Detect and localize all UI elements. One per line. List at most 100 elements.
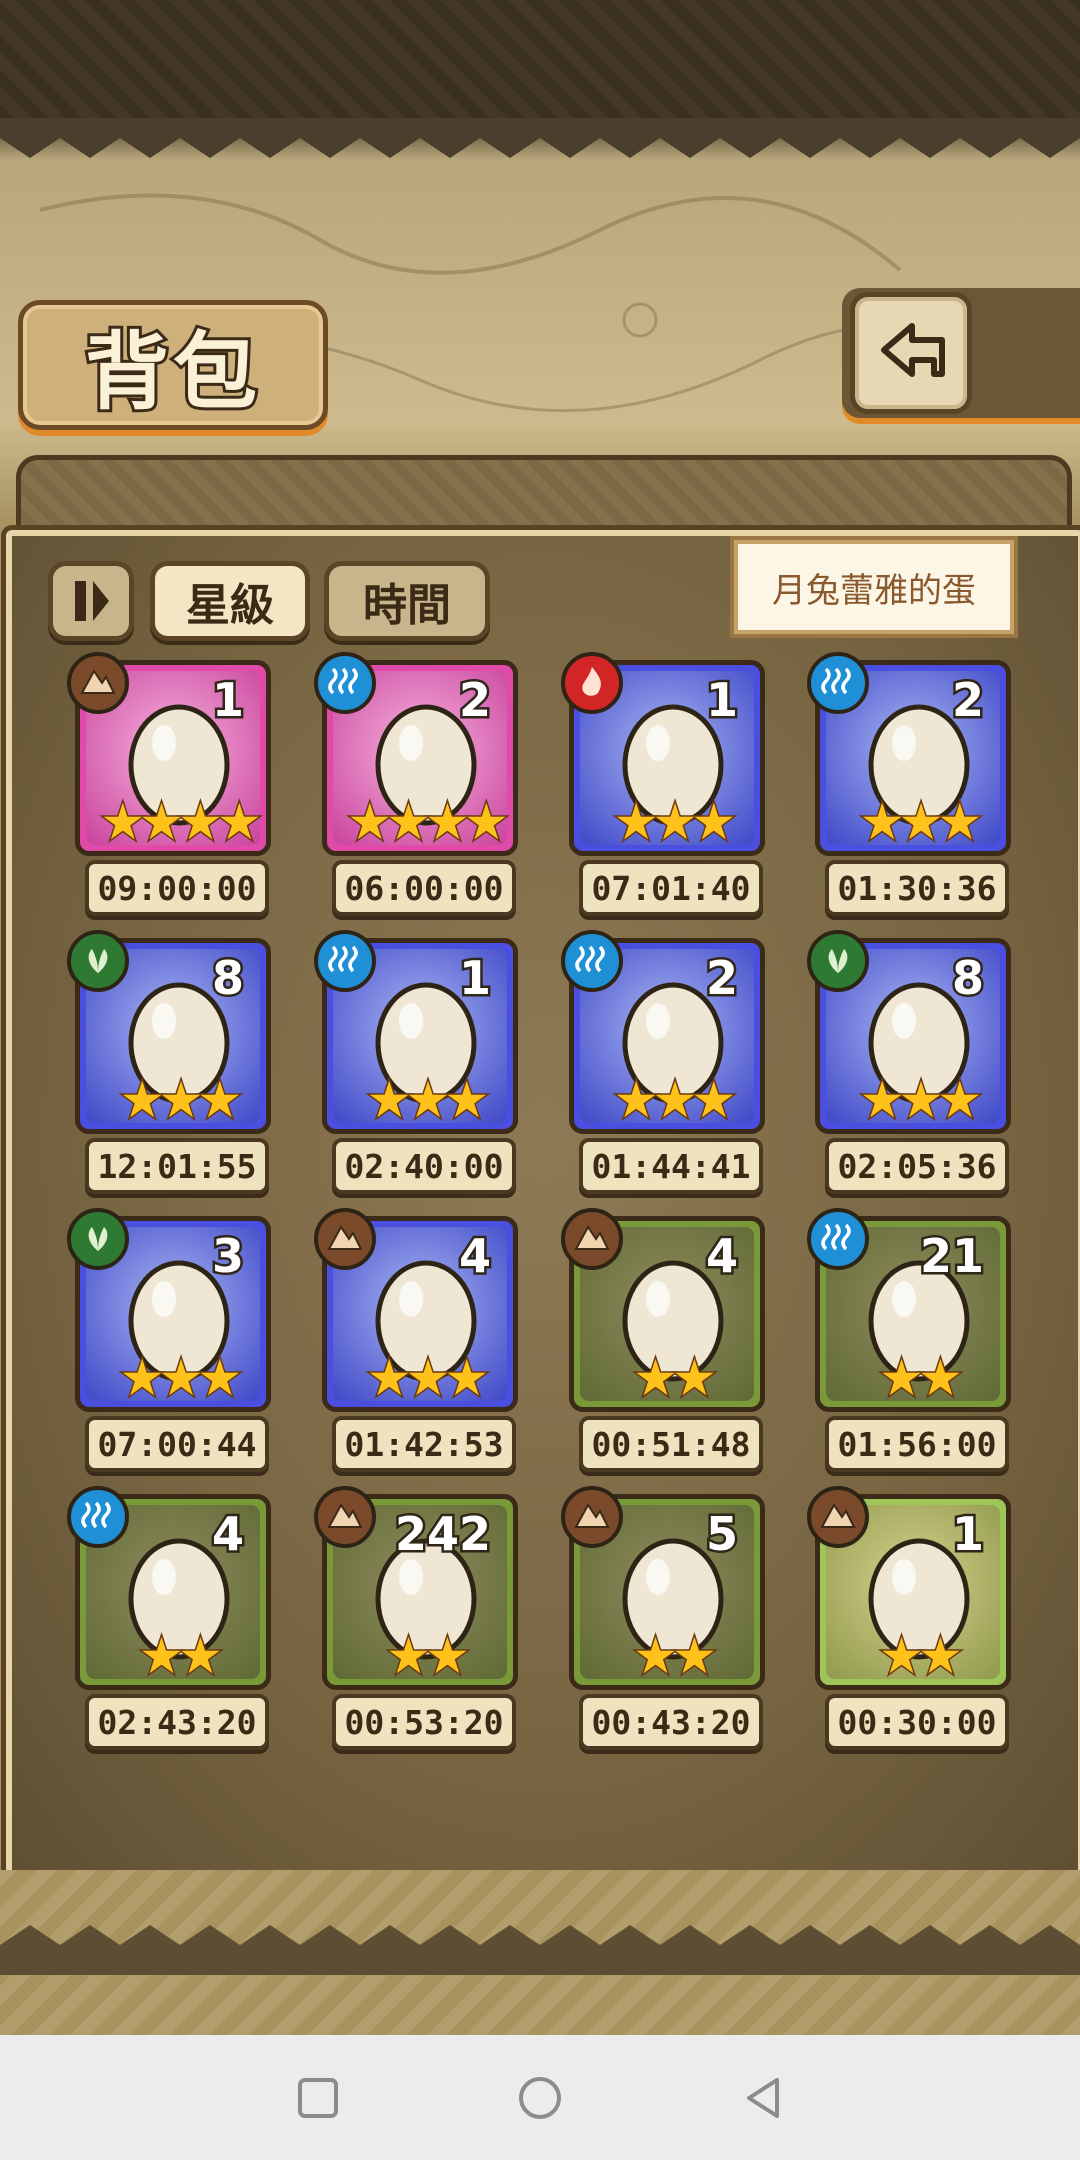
hatch-timer: 07:00:44 xyxy=(85,1416,269,1472)
earth-element-icon xyxy=(807,1486,869,1548)
sort-by-star-label: 星級 xyxy=(186,580,274,631)
hatch-timer-value: 07:01:40 xyxy=(591,868,751,908)
egg-card[interactable]: 8 ★★★ 02:05:36 xyxy=(807,930,1021,1194)
sort-by-time-label: 時間 xyxy=(363,580,451,631)
title-plate: 背包 xyxy=(18,300,328,430)
hatch-timer: 01:56:00 xyxy=(825,1416,1009,1472)
hatch-timer-value: 07:00:44 xyxy=(97,1424,257,1464)
system-back-button[interactable] xyxy=(738,2073,788,2123)
egg-card[interactable]: 4 ★★ 02:43:20 xyxy=(67,1486,281,1750)
grass-element-icon xyxy=(67,930,129,992)
hatch-timer-value: 00:53:20 xyxy=(344,1702,504,1742)
water-element-icon xyxy=(561,930,623,992)
fire-element-icon xyxy=(561,652,623,714)
hatch-timer: 09:00:00 xyxy=(85,860,269,916)
hatch-timer-value: 01:56:00 xyxy=(837,1424,997,1464)
egg-stars: ★★★ xyxy=(612,1071,737,1129)
water-element-icon xyxy=(807,652,869,714)
square-icon xyxy=(298,2078,338,2118)
top-border xyxy=(0,0,1080,120)
game-background: 背包 星級 時間 月兔蕾雅的蛋 1 ★★★★ 09:00:00 2 ★★★★ 06:00:… xyxy=(0,0,1080,2035)
back-button[interactable] xyxy=(850,292,972,414)
egg-card[interactable]: 1 ★★★ 02:40:00 xyxy=(314,930,528,1194)
egg-stars: ★★★ xyxy=(858,793,983,851)
return-arrow-icon xyxy=(881,323,945,377)
egg-card[interactable]: 2 ★★★ 01:30:36 xyxy=(807,652,1021,916)
hatch-timer: 00:30:00 xyxy=(825,1694,1009,1750)
egg-stars: ★★ xyxy=(878,1627,965,1685)
hatch-timer: 02:05:36 xyxy=(825,1138,1009,1194)
egg-count: 8 xyxy=(949,949,986,1008)
pause-icon xyxy=(75,581,109,621)
home-button[interactable] xyxy=(515,2073,565,2123)
sort-by-time-button[interactable]: 時間 xyxy=(324,561,490,641)
hatch-timer-value: 02:40:00 xyxy=(344,1146,504,1186)
pause-button[interactable] xyxy=(48,561,134,641)
egg-count: 1 xyxy=(209,671,246,730)
egg-count: 1 xyxy=(949,1505,986,1564)
hatch-timer-value: 01:44:41 xyxy=(591,1146,751,1186)
hatch-timer-value: 00:30:00 xyxy=(837,1702,997,1742)
egg-card[interactable]: 4 ★★ 00:51:48 xyxy=(561,1208,775,1472)
hatch-timer-value: 02:05:36 xyxy=(837,1146,997,1186)
egg-card[interactable]: 5 ★★ 00:43:20 xyxy=(561,1486,775,1750)
egg-count: 2 xyxy=(949,671,986,730)
egg-card[interactable]: 3 ★★★ 07:00:44 xyxy=(67,1208,281,1472)
hatch-timer: 00:43:20 xyxy=(579,1694,763,1750)
egg-card[interactable]: 1 ★★★★ 09:00:00 xyxy=(67,652,281,916)
egg-stars: ★★★ xyxy=(118,1071,243,1129)
egg-count: 21 xyxy=(917,1227,986,1286)
hatch-timer: 00:53:20 xyxy=(332,1694,516,1750)
zigzag-edge-bottom xyxy=(0,1925,1080,1975)
hatch-timer-value: 09:00:00 xyxy=(97,868,257,908)
back-button-wrap xyxy=(842,288,1080,418)
hatch-timer: 01:30:36 xyxy=(825,860,1009,916)
egg-stars: ★★★ xyxy=(365,1071,490,1129)
hatch-timer-value: 00:51:48 xyxy=(591,1424,751,1464)
egg-card[interactable]: 4 ★★★ 01:42:53 xyxy=(314,1208,528,1472)
selected-item-name: 月兔蕾雅的蛋 xyxy=(772,570,976,611)
hatch-timer-value: 00:43:20 xyxy=(591,1702,751,1742)
hatch-timer: 12:01:55 xyxy=(85,1138,269,1194)
egg-count: 5 xyxy=(703,1505,740,1564)
egg-stars: ★★★ xyxy=(858,1071,983,1129)
egg-stars: ★★ xyxy=(632,1627,719,1685)
egg-count: 1 xyxy=(456,949,493,1008)
hatch-timer-value: 06:00:00 xyxy=(344,868,504,908)
hatch-timer-value: 12:01:55 xyxy=(97,1146,257,1186)
egg-count: 242 xyxy=(392,1505,493,1564)
earth-element-icon xyxy=(314,1208,376,1270)
water-element-icon xyxy=(314,652,376,714)
egg-stars: ★★★ xyxy=(612,793,737,851)
earth-element-icon xyxy=(561,1486,623,1548)
hatch-timer: 02:43:20 xyxy=(85,1694,269,1750)
egg-card[interactable]: 1 ★★ 00:30:00 xyxy=(807,1486,1021,1750)
egg-card[interactable]: 2 ★★★★ 06:00:00 xyxy=(314,652,528,916)
hatch-timer: 01:44:41 xyxy=(579,1138,763,1194)
egg-card[interactable]: 1 ★★★ 07:01:40 xyxy=(561,652,775,916)
earth-element-icon xyxy=(67,652,129,714)
egg-card[interactable]: 21 ★★ 01:56:00 xyxy=(807,1208,1021,1472)
egg-card[interactable]: 242 ★★ 00:53:20 xyxy=(314,1486,528,1750)
hatch-timer: 06:00:00 xyxy=(332,860,516,916)
egg-stars: ★★★ xyxy=(118,1349,243,1407)
egg-card[interactable]: 2 ★★★ 01:44:41 xyxy=(561,930,775,1194)
triangle-back-icon xyxy=(747,2078,779,2118)
hatch-timer: 01:42:53 xyxy=(332,1416,516,1472)
hatch-timer: 02:40:00 xyxy=(332,1138,516,1194)
egg-count: 8 xyxy=(209,949,246,1008)
sort-by-star-button[interactable]: 星級 xyxy=(150,561,310,641)
egg-count: 4 xyxy=(703,1227,740,1286)
grass-element-icon xyxy=(807,930,869,992)
recent-apps-button[interactable] xyxy=(293,2073,343,2123)
earth-element-icon xyxy=(314,1486,376,1548)
egg-card[interactable]: 8 ★★★ 12:01:55 xyxy=(67,930,281,1194)
egg-stars: ★★ xyxy=(138,1627,225,1685)
circle-icon xyxy=(519,2077,561,2119)
selected-item-name-tag: 月兔蕾雅的蛋 xyxy=(734,540,1014,634)
egg-stars: ★★ xyxy=(632,1349,719,1407)
egg-stars: ★★★★ xyxy=(99,793,263,851)
egg-count: 4 xyxy=(209,1505,246,1564)
hatch-timer: 00:51:48 xyxy=(579,1416,763,1472)
water-element-icon xyxy=(807,1208,869,1270)
